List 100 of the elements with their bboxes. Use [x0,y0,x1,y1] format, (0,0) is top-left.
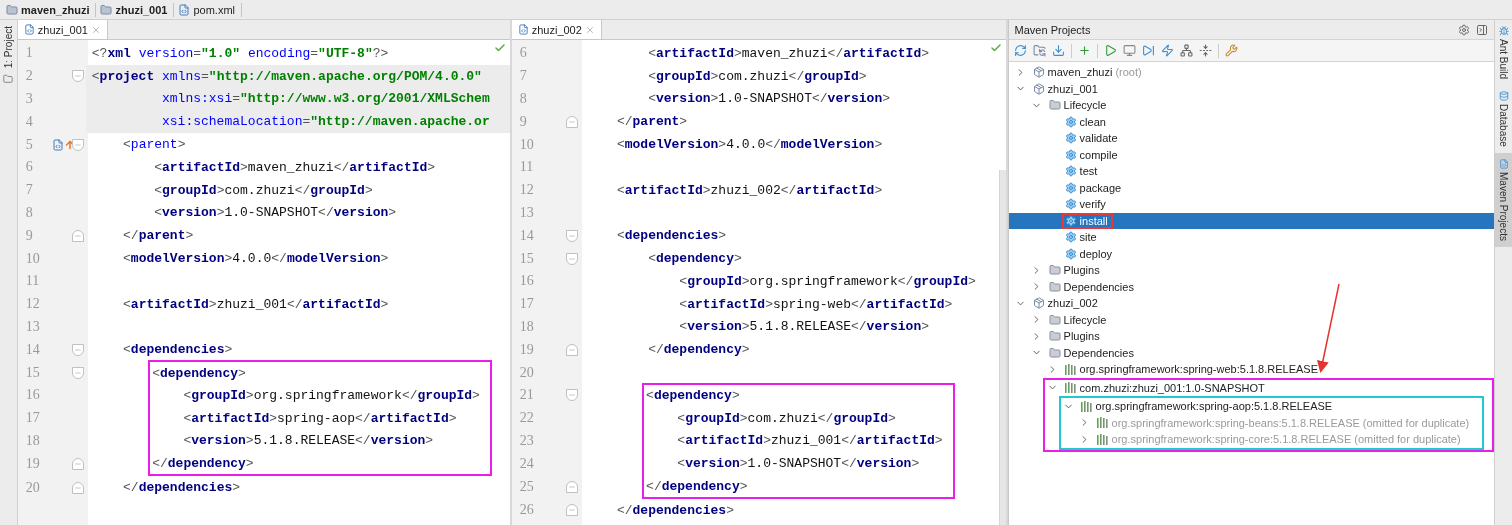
refresh-icon[interactable] [1013,44,1027,57]
fold-marker-icon[interactable] [565,504,578,517]
tree-label: validate [1079,132,1118,145]
code-line: <groupId>com.zhuzi</groupId> [647,68,867,84]
tree-item[interactable]: Lifecycle [1008,311,1495,328]
collapse-icon[interactable] [1198,44,1212,57]
settings-icon[interactable] [1458,23,1471,36]
fold-marker-icon[interactable] [71,481,84,494]
fold-marker-icon[interactable] [565,389,578,402]
line-number: 5 [24,136,34,153]
fold-marker-icon[interactable] [565,229,578,242]
tree-item[interactable]: org.springframework:spring-aop:5.1.8.RELEASE [1060,398,1475,415]
tree-item[interactable]: Plugins [1008,262,1495,279]
fold-marker-icon[interactable] [71,229,84,242]
code-line: <dependency> [151,365,246,381]
tree-label: verify [1079,198,1106,211]
tree-item[interactable]: validate [1008,130,1495,147]
code-line: <modelVersion>4.0.0</modelVersion> [122,251,389,267]
code-line: <version>5.1.8.RELEASE</version> [182,433,434,449]
code-line: <artifactId>maven_zhuzi</artifactId> [153,159,436,175]
scrollbar[interactable] [998,170,1006,525]
tree-item[interactable]: compile [1008,146,1495,163]
tree-item[interactable]: Plugins [1008,328,1495,345]
code-line: <version>1.0-SNAPSHOT</version> [153,205,397,221]
tree-item[interactable]: com.zhuzi:zhuzi_001:1.0-SNAPSHOT [1044,379,1485,396]
folder-icon [1048,280,1061,293]
monitor-icon[interactable] [1122,44,1136,57]
hide-panel-icon[interactable] [1476,23,1489,36]
tool-window-tab[interactable]: Maven Projects [1495,152,1512,247]
tree-label: site [1079,231,1097,244]
library-icon [1096,417,1109,429]
tree-item[interactable]: test [1008,163,1495,180]
lightning-icon[interactable] [1160,44,1174,57]
code-line: <dependency> [645,388,740,404]
maven-file-icon [23,24,35,35]
tab-label: Ant Build [1498,39,1510,80]
line-number: 26 [518,502,535,519]
tree-label: test [1079,165,1098,178]
code-line: </parent> [122,228,194,244]
close-icon[interactable] [90,24,101,35]
skip-icon[interactable] [1141,44,1155,57]
line-number: 14 [518,227,535,244]
tree-item[interactable]: org.springframework:spring-web:5.1.8.RELEASE [1008,361,1495,378]
maven-file-icon [178,3,191,16]
fold-marker-icon[interactable] [71,457,84,470]
fold-marker-icon[interactable] [71,366,84,379]
tree-item[interactable]: deploy [1008,245,1495,262]
bug-icon [1498,26,1509,36]
fold-marker-icon[interactable] [565,115,578,128]
fold-marker-icon[interactable] [565,252,578,265]
fold-marker-icon[interactable] [71,138,84,151]
folder-sync-icon[interactable] [1032,44,1046,57]
tree-label: clean [1079,115,1106,128]
tree-item[interactable]: site [1008,229,1495,246]
tab-label: zhuzi_002 [531,23,582,36]
module-icon [1032,66,1045,79]
breadcrumb-item[interactable]: maven_zhuzi [4,2,97,17]
tree-item[interactable]: clean [1008,113,1495,130]
code-line: <groupId>org.springframework</groupId> [182,387,480,403]
tree-item[interactable]: zhuzi_001 [1008,80,1495,97]
breadcrumb-item[interactable]: pom.xml [176,2,242,17]
code-line: xsi:schemaLocation="http://maven.apache.or [161,114,490,130]
editor-tab[interactable]: zhuzi_002 [511,20,602,39]
tool-window-tab[interactable]: Ant Build [1495,20,1512,86]
folder-icon [3,74,14,85]
tree-item[interactable]: Lifecycle [1008,97,1495,114]
tree-item[interactable]: Dependencies [1008,344,1495,361]
fold-marker-icon[interactable] [565,343,578,356]
tool-window-tab[interactable]: Database [1495,85,1512,153]
project-tool-tab[interactable]: 1: Project [2,26,14,69]
tree-item[interactable]: Dependencies [1008,278,1495,295]
line-number: 20 [24,479,41,496]
tree-label: compile [1079,148,1118,161]
tree-item[interactable]: package [1008,179,1495,196]
close-icon[interactable] [584,24,595,35]
tree-item[interactable]: zhuzi_002 [1008,295,1495,312]
code-line: </dependency> [647,342,750,358]
fold-marker-icon[interactable] [71,70,84,83]
wrench-icon[interactable] [1224,44,1238,57]
line-number: 3 [24,91,34,107]
tree-item[interactable]: install [1008,212,1495,229]
code-line: <parent> [122,137,186,153]
line-number: 4 [24,113,34,130]
library-icon [1064,382,1077,394]
breadcrumb-item[interactable]: zhuzi_001 [98,2,175,17]
tree-item[interactable]: verify [1008,196,1495,213]
fold-marker-icon[interactable] [565,480,578,493]
breadcrumb-label: maven_zhuzi [21,3,90,16]
plus-icon[interactable] [1077,44,1091,57]
tree-item[interactable]: maven_zhuzi (root) [1008,64,1495,81]
folder-icon [6,3,18,16]
line-number: 7 [518,68,528,85]
fold-marker-icon[interactable] [71,343,84,356]
tree-label: Lifecycle [1063,313,1107,326]
hierarchy-icon[interactable] [1179,44,1193,57]
maven-file-icon [517,24,529,35]
play-icon[interactable] [1103,44,1117,57]
line-number: 24 [518,455,535,472]
editor-tab[interactable]: zhuzi_001 [17,20,108,39]
download-icon[interactable] [1051,44,1065,57]
